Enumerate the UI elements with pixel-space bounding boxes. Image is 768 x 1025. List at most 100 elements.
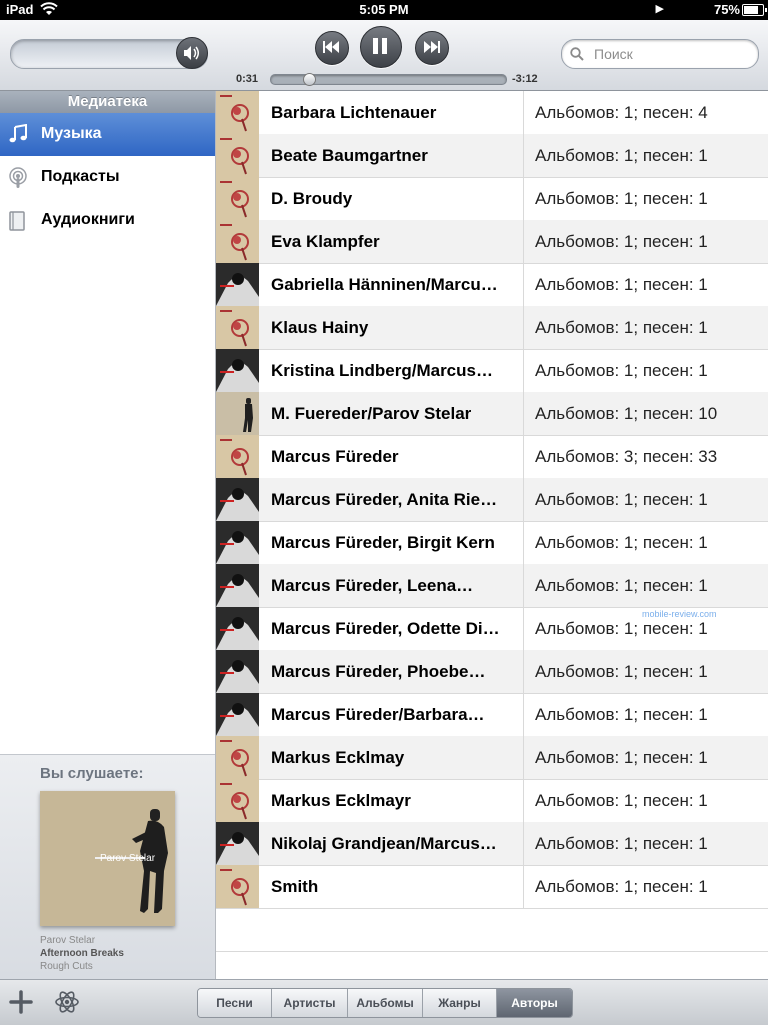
now-playing-panel: Вы слушаете: Parov Stelar Parov Stelar A… [0,754,215,979]
battery-icon [742,4,767,16]
album-thumbnail [216,650,259,693]
tab-songs[interactable]: Песни [198,989,272,1017]
list-item[interactable]: Marcus Füreder Альбомов: 3; песен: 33 [216,435,768,479]
album-song-count: Альбомов: 1; песен: 1 [535,275,708,294]
artist-name: Kristina Lindberg/Marcus… [271,361,493,380]
orientation-lock-icon: ▶ [655,3,664,15]
album-thumbnail [216,306,259,349]
search-input[interactable] [592,44,751,64]
tab-albums[interactable]: Альбомы [348,989,423,1017]
column-divider [523,650,524,693]
tab-artists[interactable]: Артисты [272,989,348,1017]
progress-scrubber[interactable] [270,73,507,86]
library-sidebar: Медиатека Музыка Подкасты Аудиокниги Вы … [0,91,216,979]
volume-knob[interactable] [176,37,208,69]
album-song-count: Альбомов: 1; песен: 1 [535,791,708,810]
list-item[interactable]: Gabriella Hänninen/Marcu… Альбомов: 1; пе… [216,263,768,307]
column-divider [523,306,524,349]
artist-name: Klaus Hainy [271,318,369,337]
pause-button[interactable] [360,26,402,68]
empty-row [216,908,768,952]
list-item[interactable]: Barbara Lichtenauer Альбомов: 1; песен: 4 [216,91,768,135]
sidebar-item-podcasts[interactable]: Подкасты [0,156,215,199]
sidebar-item-audiobooks[interactable]: Аудиокниги [0,199,215,242]
add-playlist-icon[interactable] [8,989,34,1015]
album-thumbnail [216,865,259,908]
previous-track-button[interactable] [315,31,349,65]
column-divider [523,134,524,177]
album-thumbnail [216,779,259,822]
artist-name: D. Broudy [271,189,353,208]
list-item[interactable]: D. Broudy Альбомов: 1; песен: 1 [216,177,768,221]
album-thumbnail [216,134,259,177]
search-box[interactable] [561,39,759,69]
album-thumbnail [216,822,259,865]
list-item[interactable]: Marcus Füreder, Birgit Kern Альбомов: 1; … [216,521,768,565]
artist-name: Barbara Lichtenauer [271,103,437,122]
list-item[interactable]: Marcus Füreder/Barbara… Альбомов: 1; песе… [216,693,768,737]
album-thumbnail [216,392,259,435]
artist-name: Markus Ecklmayr [271,791,411,810]
list-item[interactable]: Markus Ecklmayr Альбомов: 1; песен: 1 [216,779,768,823]
album-song-count: Альбомов: 1; песен: 1 [535,318,708,337]
list-item[interactable]: Nikolaj Grandjean/Marcus… Альбомов: 1; пе… [216,822,768,866]
column-divider [523,693,524,736]
column-divider [523,521,524,564]
tab-composers[interactable]: Авторы [497,989,572,1017]
next-track-button[interactable] [415,31,449,65]
clock: 5:05 PM [359,2,409,17]
album-song-count: Альбомов: 1; песен: 1 [535,490,708,509]
column-divider [523,392,524,435]
sidebar-item-music[interactable]: Музыка [0,113,215,156]
player-toolbar: 0:31 -3:12 [0,20,768,91]
album-thumbnail [216,521,259,564]
list-item[interactable]: Markus Ecklmay Альбомов: 1; песен: 1 [216,736,768,780]
list-item[interactable]: Marcus Füreder, Odette Di… Альбомов: 1; п… [216,607,768,651]
album-thumbnail [216,263,259,306]
column-divider [523,822,524,865]
album-song-count: Альбомов: 1; песен: 1 [535,619,708,638]
column-divider [523,349,524,392]
album-thumbnail [216,736,259,779]
list-item[interactable]: Eva Klampfer Альбомов: 1; песен: 1 [216,220,768,264]
search-icon [570,47,584,61]
album-thumbnail [216,607,259,650]
list-item[interactable]: Kristina Lindberg/Marcus… Альбомов: 1; пе… [216,349,768,393]
column-divider [523,478,524,521]
speaker-icon [184,46,199,60]
tab-genres[interactable]: Жанры [423,989,497,1017]
list-item[interactable]: M. Fuereder/Parov Stelar Альбомов: 1; пес… [216,392,768,436]
now-playing-song: Afternoon Breaks [40,948,124,959]
list-item[interactable]: Marcus Füreder, Anita Rie… Альбомов: 1; п… [216,478,768,522]
artist-list[interactable]: mobile-review.com Barbara Lichtenauer Аль… [216,91,768,995]
column-divider [523,865,524,908]
album-thumbnail [216,349,259,392]
now-playing-title: Вы слушаете: [40,765,144,782]
list-item[interactable]: Klaus Hainy Альбомов: 1; песен: 1 [216,306,768,350]
remaining-time: -3:12 [512,73,538,85]
artwork-caption: Parov Stelar [100,853,156,864]
artist-name: Marcus Füreder/Barbara… [271,705,485,724]
album-song-count: Альбомов: 1; песен: 1 [535,662,708,681]
artist-name: Smith [271,877,319,896]
column-divider [523,779,524,822]
album-song-count: Альбомов: 1; песен: 1 [535,576,708,595]
sidebar-item-label: Музыка [41,125,102,142]
list-item[interactable]: Marcus Füreder, Phoebe… Альбомов: 1; песе… [216,650,768,694]
artist-name: Beate Baumgartner [271,146,428,165]
album-thumbnail [216,435,259,478]
list-item[interactable]: Beate Baumgartner Альбомов: 1; песен: 1 [216,134,768,178]
list-item[interactable]: Marcus Füreder, Leena… Альбомов: 1; песен… [216,564,768,608]
artist-name: Marcus Füreder [271,447,399,466]
list-item[interactable]: Smith Альбомов: 1; песен: 1 [216,865,768,909]
column-divider [523,177,524,220]
album-thumbnail [216,564,259,607]
column-divider [523,91,524,134]
status-bar: iPad 5:05 PM ▶ 75% [0,0,768,20]
now-playing-artwork[interactable]: Parov Stelar [40,791,175,926]
genius-icon[interactable] [54,989,80,1015]
album-song-count: Альбомов: 1; песен: 1 [535,748,708,767]
column-divider [523,736,524,779]
album-thumbnail [216,91,259,134]
scrubber-knob[interactable] [302,73,316,86]
